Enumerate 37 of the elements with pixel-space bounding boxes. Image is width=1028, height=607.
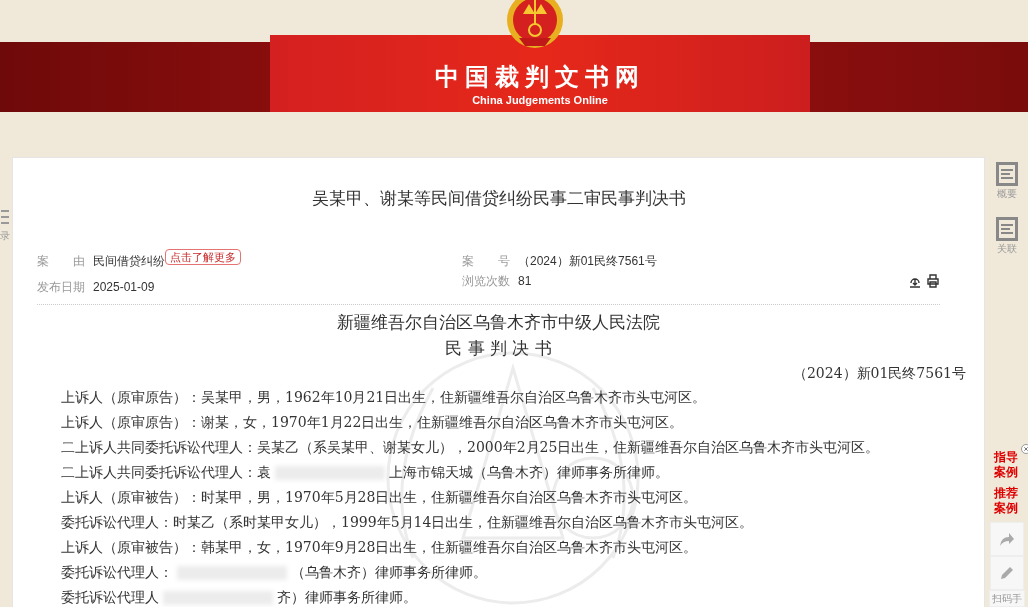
close-icon[interactable] — [1020, 444, 1028, 454]
catalog-tab[interactable]: 录 — [0, 228, 10, 243]
document-paragraph: 委托诉讼代理人 齐）律师事务所律师。 — [61, 587, 418, 607]
case-number: （2024）新01民终7561号 — [791, 363, 966, 383]
document-paragraph: 上诉人（原审被告）：韩某甲，女，1970年9月28日出生，住新疆维吾尔自治区乌鲁木齐市头屯河区。 — [61, 537, 699, 557]
document-paragraph: 二上诉人共同委托诉讼代理人：吴某乙（系吴某甲、谢某女儿），2000年2月25日出生，住新疆维吾尔自治区乌鲁木齐市头屯河区。 — [61, 437, 881, 457]
document-icon — [995, 162, 1018, 186]
document-title: 吴某甲、谢某等民间借贷纠纷民事二审民事判决书 — [310, 188, 687, 210]
document-paragraph: 二上诉人共同委托诉讼代理人：袁 上海市锦天城（乌鲁木齐）律师事务所律师。 — [61, 462, 670, 482]
meta-label: 案 号 — [462, 252, 510, 270]
side-tool-button[interactable]: 概要 — [995, 162, 1018, 201]
case-link[interactable]: 推荐案例 — [993, 486, 1020, 516]
pencil-icon — [998, 565, 1015, 581]
meta-label: 发布日期 — [37, 278, 85, 296]
document-icon — [995, 217, 1018, 241]
case-link[interactable]: 指导案例 — [993, 450, 1020, 480]
learn-more-link[interactable]: 点击了解更多 — [165, 248, 241, 265]
meta-value: 81 — [518, 272, 532, 290]
site-title: 中国裁判文书网 — [435, 61, 645, 92]
document-paragraph: 上诉人（原审原告）：吴某甲，男，1962年10月21日出生，住新疆维吾尔自治区乌鲁木齐市头屯河区。 — [61, 387, 708, 407]
scan-label[interactable]: 扫码手 — [988, 590, 1025, 607]
share-arrow-icon — [998, 532, 1015, 546]
meta-value: 民间借贷纠纷 — [93, 252, 165, 270]
meta-label: 案 由 — [37, 252, 85, 270]
meta-label: 浏览次数 — [462, 272, 510, 290]
court-emblem-logo — [505, 0, 565, 50]
court-name: 新疆维吾尔自治区乌鲁木齐市中级人民法院 — [336, 310, 661, 334]
document-paragraph: 委托诉讼代理人：时某乙（系时某甲女儿），1999年5月14日出生，住新疆维吾尔自治区乌鲁木齐市头屯河区。 — [61, 512, 755, 532]
site-subtitle: China Judgements Online — [472, 92, 608, 108]
print-icon[interactable] — [926, 273, 940, 288]
meta-value: （2024）新01民终7561号 — [518, 252, 657, 270]
document-type: 民 事 判 决 书 — [444, 336, 553, 360]
document-paragraph: 上诉人（原审原告）：谢某，女，1970年1月22日出生，住新疆维吾尔自治区乌鲁木齐市头屯河区。 — [61, 412, 685, 432]
document-paragraph: 上诉人（原审被告）：时某甲，男，1970年5月28日出生，住新疆维吾尔自治区乌鲁木齐市头屯河区。 — [61, 487, 699, 507]
side-tool-button[interactable]: 关联 — [995, 217, 1018, 256]
document-paragraph: 委托诉讼代理人： （乌鲁木齐）律师事务所律师。 — [61, 562, 488, 582]
meta-value: 2025-01-09 — [93, 278, 155, 296]
